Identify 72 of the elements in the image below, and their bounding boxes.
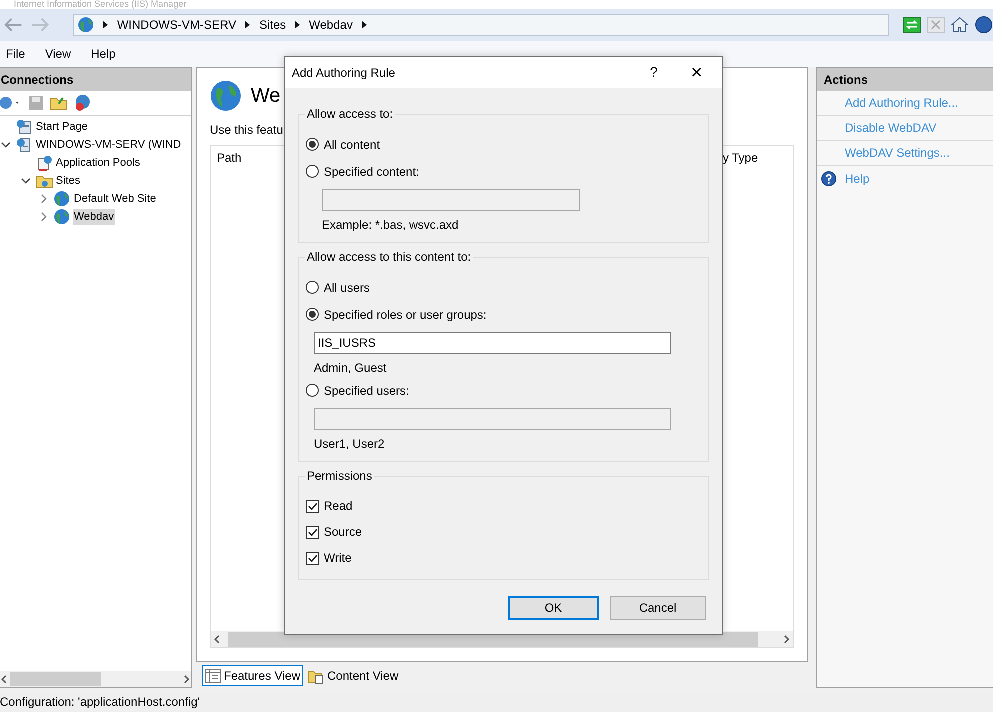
breadcrumb-arrow-icon[interactable] [244,20,252,30]
checkbox[interactable] [306,500,319,512]
globe-icon [78,17,94,33]
scroll-left-icon[interactable] [1,674,7,684]
checkbox-label[interactable]: Read [324,497,353,515]
tree-item[interactable]: Application Pools [55,154,142,172]
radio-label[interactable]: Specified content: [324,162,420,180]
scroll-right-icon[interactable] [184,674,190,684]
globe-delete-icon[interactable] [74,94,92,112]
panel-title: Connections [0,68,191,91]
radio-label[interactable]: All users [324,278,370,296]
checkbox[interactable] [306,552,319,564]
hint-text: User1, User2 [314,436,386,451]
view-tab[interactable]: Features View [202,665,304,686]
application-pools-icon [36,155,53,171]
breadcrumb-item[interactable]: WINDOWS-VM-SERV [117,16,236,34]
window-title: Internet Information Services (IIS) Manager [14,0,187,9]
radio-label[interactable]: Specified users: [324,382,410,400]
horizontal-scrollbar[interactable] [0,671,191,687]
table-icon [205,668,221,682]
column-header[interactable]: y Type [723,149,758,167]
group-title: Allow access to: [305,107,396,121]
refresh-icon[interactable] [903,17,921,33]
close-button[interactable]: × [682,62,712,82]
checkbox[interactable] [306,526,319,538]
folder-icon[interactable] [50,95,68,111]
breadcrumb-arrow-icon[interactable] [294,20,302,30]
menu-item[interactable]: View [45,45,72,63]
radio-button[interactable] [306,384,319,397]
breadcrumb-item[interactable]: Sites [259,16,286,34]
hint-text: Admin, Guest [314,360,388,375]
cancel-button[interactable]: Cancel [610,596,706,620]
tree-item[interactable]: Sites [55,172,82,190]
home-icon[interactable] [951,16,969,34]
scroll-left-icon[interactable] [214,634,220,644]
tree-item[interactable]: WINDOWS-VM-SERV (WIND [35,136,182,154]
tree-item[interactable]: Start Page [35,118,89,136]
view-tab[interactable]: Content View [305,665,402,686]
breadcrumb-item[interactable]: Webdav [309,16,353,34]
group-title: Allow access to this content to: [305,250,474,264]
radio-button[interactable] [306,165,319,178]
tree-item[interactable]: Default Web Site [73,190,158,208]
help-button[interactable]: ? [638,62,670,83]
tree-item[interactable]: Webdav [73,208,116,226]
server-icon [16,137,33,153]
hint-text: Example: *.bas, wsvc.axd [322,217,460,232]
checkbox-label[interactable]: Source [324,523,362,541]
page-heading: We [251,84,281,109]
checkbox-label[interactable]: Write [324,549,352,567]
globe-icon [54,209,71,225]
address-bar[interactable]: WINDOWS-VM-SERV Sites Webdav [73,14,889,36]
globe-icon [54,191,71,207]
scroll-right-icon[interactable] [784,634,790,644]
radio-label[interactable]: All content [324,136,380,154]
text-field[interactable]: IIS_IUSRS [314,332,671,354]
ok-button[interactable]: OK [508,596,599,620]
radio-label[interactable]: Specified roles or user groups: [324,306,487,324]
scrollbar-thumb[interactable] [10,672,101,686]
radio-button[interactable] [306,138,319,151]
globe-icon [210,80,242,112]
menu-item[interactable]: File [6,45,26,63]
panel-title: Actions [817,68,993,91]
start-page-icon [16,119,33,135]
menu-item[interactable]: Help [91,45,116,63]
dialog-title: Add Authoring Rule [292,64,396,82]
column-header[interactable]: Path [217,149,242,167]
breadcrumb-arrow-icon[interactable] [360,20,368,30]
radio-button[interactable] [306,308,319,321]
group-title: Permissions [305,469,374,483]
radio-button[interactable] [306,281,319,294]
description-text: Use this featu [210,122,284,137]
breadcrumb-arrow-icon[interactable] [102,20,110,30]
